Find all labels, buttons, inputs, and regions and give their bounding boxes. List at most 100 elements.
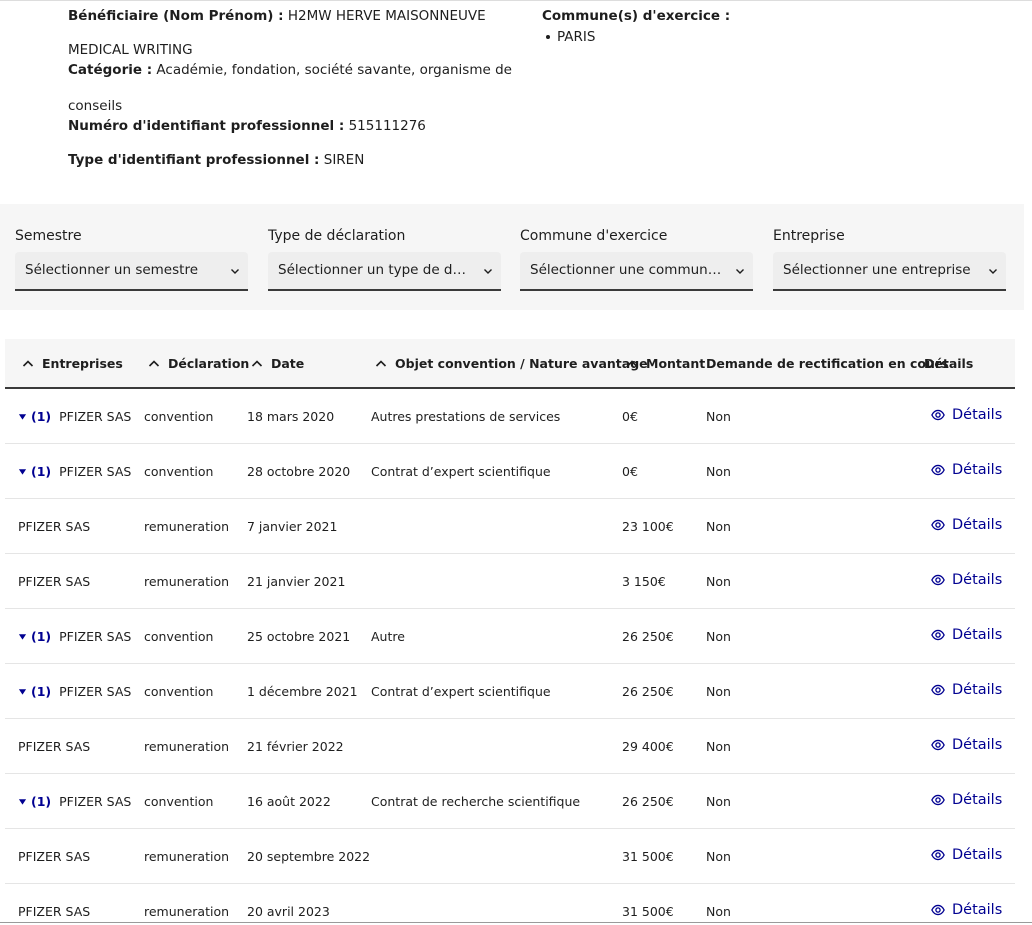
expand-toggle[interactable]: (1) (18, 464, 51, 479)
cell-date: 25 octobre 2021 (247, 629, 351, 644)
category-value: Académie, fondation, société savante, or… (156, 62, 512, 78)
details-label: Détails (952, 792, 1003, 808)
expand-toggle[interactable]: (1) (18, 409, 51, 424)
bottom-divider (0, 922, 1032, 923)
cell-rectification: Non (706, 684, 731, 699)
beneficiary-name: Bénéficiaire (Nom Prénom) : H2MW HERVE M… (68, 6, 518, 26)
details-label: Détails (952, 737, 1003, 753)
chevron-down-icon (484, 269, 492, 274)
communes-info: Commune(s) d'exercice : PARIS (542, 6, 842, 47)
beneficiary-name-label: Bénéficiaire (Nom Prénom) : (68, 8, 284, 24)
top-divider (0, 0, 1032, 1)
cell-entreprises: (1) PFIZER SAS (18, 684, 131, 699)
filter-bar: Semestre Sélectionner un semestre Type d… (0, 204, 1024, 310)
table-row: PFIZER SAS remuneration 20 avril 2023 31 50… (5, 884, 1015, 925)
cell-entreprises: (1) PFIZER SAS (18, 629, 131, 644)
cell-rectification: Non (706, 794, 731, 809)
cell-objet: Contrat de recherche scientifique (371, 794, 581, 809)
details-label: Détails (952, 517, 1003, 533)
expand-toggle[interactable]: (1) (18, 794, 51, 809)
cell-montant: 29 400€ (622, 739, 674, 754)
eye-icon (931, 904, 945, 916)
table-row: PFIZER SAS remuneration 21 janvier 2021 3 1… (5, 554, 1015, 609)
cell-declaration: convention (144, 464, 214, 479)
cell-date: 20 septembre 2022 (247, 849, 371, 864)
details-link[interactable]: Détails (931, 902, 1002, 918)
cell-entreprise: PFIZER SAS (59, 794, 132, 809)
cell-entreprises: PFIZER SAS (18, 519, 90, 534)
commune-select[interactable]: Sélectionner une commune d'exercice (520, 252, 753, 291)
beneficiary-name-value: H2MW HERVE MAISONNEUVE (287, 8, 486, 24)
col-objet[interactable]: Objet convention / Nature avantage (375, 356, 648, 371)
col-rectification: Demande de rectification en cours (706, 356, 949, 371)
cell-rectification: Non (706, 629, 731, 644)
beneficiary-info: Bénéficiaire (Nom Prénom) : H2MW HERVE M… (68, 6, 518, 170)
cell-rectification: Non (706, 409, 731, 424)
category-label: Catégorie : (68, 62, 153, 78)
caret-down-icon (18, 689, 27, 695)
chevron-up-icon (148, 359, 160, 367)
col-declaration[interactable]: Déclaration (148, 356, 249, 371)
details-link[interactable]: Détails (931, 847, 1002, 863)
details-link[interactable]: Détails (931, 792, 1002, 808)
cell-montant: 23 100€ (622, 519, 674, 534)
cell-declaration: convention (144, 684, 214, 699)
chevron-up-icon (375, 359, 387, 367)
col-montant-label: Montant (646, 356, 706, 371)
details-link[interactable]: Détails (931, 627, 1002, 643)
cell-declaration: convention (144, 629, 214, 644)
expand-toggle[interactable]: (1) (18, 629, 51, 644)
professional-id-label: Numéro d'identifiant professionnel : (68, 118, 345, 134)
cell-entreprise: PFIZER SAS (18, 904, 91, 919)
details-link[interactable]: Détails (931, 737, 1002, 753)
col-entreprises[interactable]: Entreprises (22, 356, 123, 371)
details-label: Détails (952, 902, 1003, 918)
details-link[interactable]: Détails (931, 517, 1002, 533)
cell-montant: 31 500€ (622, 904, 674, 919)
cell-entreprises: (1) PFIZER SAS (18, 409, 131, 424)
cell-entreprises: PFIZER SAS (18, 739, 90, 754)
cell-date: 1 décembre 2021 (247, 684, 358, 699)
semestre-select[interactable]: Sélectionner un semestre (15, 252, 248, 291)
col-date[interactable]: Date (251, 356, 304, 371)
cell-entreprise: PFIZER SAS (59, 684, 132, 699)
table-header: Entreprises Déclaration Date Objet conve… (5, 339, 1015, 389)
chevron-down-icon (736, 269, 744, 274)
filter-commune-label: Commune d'exercice (520, 228, 668, 244)
eye-icon (931, 519, 945, 531)
cell-declaration: convention (144, 794, 214, 809)
cell-rectification: Non (706, 904, 731, 919)
cell-montant: 0€ (622, 409, 638, 424)
type-declaration-select[interactable]: Sélectionner un type de déclaration (268, 252, 501, 291)
table-row: (1) PFIZER SAS convention 28 octobre 2020 Co… (5, 444, 1015, 499)
cell-date: 18 mars 2020 (247, 409, 335, 424)
details-link[interactable]: Détails (931, 682, 1002, 698)
table-row: PFIZER SAS remuneration 20 septembre 2022 3… (5, 829, 1015, 884)
cell-montant: 26 250€ (622, 629, 674, 644)
details-label: Détails (952, 847, 1003, 863)
cell-date: 16 août 2022 (247, 794, 331, 809)
col-entreprises-label: Entreprises (42, 356, 123, 371)
details-label: Détails (952, 572, 1003, 588)
cell-entreprise: PFIZER SAS (18, 574, 91, 589)
entreprise-select[interactable]: Sélectionner une entreprise (773, 252, 1006, 291)
expand-toggle[interactable]: (1) (18, 684, 51, 699)
cell-rectification: Non (706, 849, 731, 864)
cell-montant: 31 500€ (622, 849, 674, 864)
chevron-down-icon (989, 269, 997, 274)
details-link[interactable]: Détails (931, 572, 1002, 588)
expand-count: (1) (31, 684, 52, 699)
beneficiary-name-value-cont: MEDICAL WRITING (68, 42, 193, 58)
cell-montant: 0€ (622, 464, 638, 479)
details-label: Détails (952, 682, 1003, 698)
cell-entreprise: PFIZER SAS (59, 409, 132, 424)
col-montant[interactable]: Montant (626, 356, 705, 371)
cell-montant: 26 250€ (622, 794, 674, 809)
details-link[interactable]: Détails (931, 407, 1002, 423)
filter-entreprise-label: Entreprise (773, 228, 845, 244)
type-declaration-select-value: Sélectionner un type de déclaration (278, 262, 501, 278)
details-link[interactable]: Détails (931, 462, 1002, 478)
cell-rectification: Non (706, 574, 731, 589)
semestre-select-value: Sélectionner un semestre (25, 262, 199, 278)
expand-count: (1) (31, 409, 52, 424)
